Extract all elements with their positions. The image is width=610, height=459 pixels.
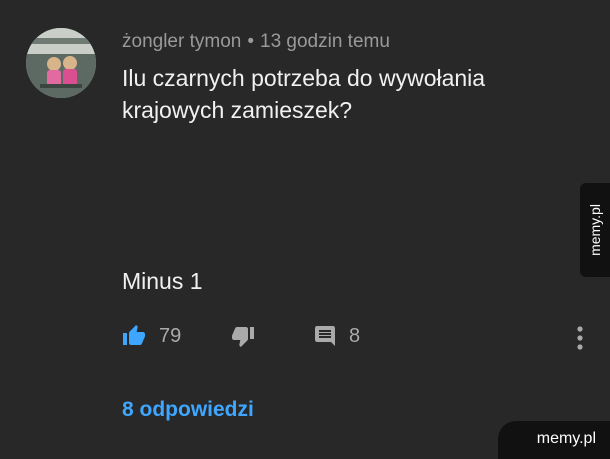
meta-separator: •: [247, 31, 254, 52]
avatar[interactable]: [26, 28, 96, 98]
more-vert-icon: [577, 326, 583, 350]
comment-meta: żongler tymon • 13 godzin temu: [122, 31, 390, 53]
side-watermark-text: memy.pl: [587, 204, 603, 256]
author-name[interactable]: żongler tymon: [122, 31, 241, 52]
comment-text-line: Ilu czarnych potrzeba do wywołania: [122, 65, 486, 91]
overlay-caption: Minus 1: [122, 268, 203, 294]
dislike-button[interactable]: [230, 324, 256, 348]
reply-count: 8: [349, 324, 361, 347]
thumbs-up-icon: [123, 325, 145, 345]
comment-icon: [315, 326, 335, 346]
corner-watermark-text: memy.pl: [536, 430, 596, 447]
side-watermark: memy.pl: [580, 183, 610, 277]
corner-watermark: memy.pl: [498, 421, 610, 459]
comment-actions: 79 8: [0, 318, 610, 358]
comment-text-line: krajowych zamieszek?: [122, 97, 353, 123]
like-count: 79: [159, 324, 182, 347]
comment-text: Ilu czarnych potrzeba do wywołania krajo…: [122, 62, 542, 126]
more-options-button[interactable]: [570, 324, 590, 352]
reply-button[interactable]: 8: [313, 324, 360, 348]
avatar-image: [26, 28, 96, 98]
thumbs-down-icon: [232, 327, 254, 347]
comment-time: 13 godzin temu: [260, 31, 390, 52]
like-button[interactable]: 79: [121, 324, 181, 348]
view-replies-link[interactable]: 8 odpowiedzi: [122, 398, 254, 422]
